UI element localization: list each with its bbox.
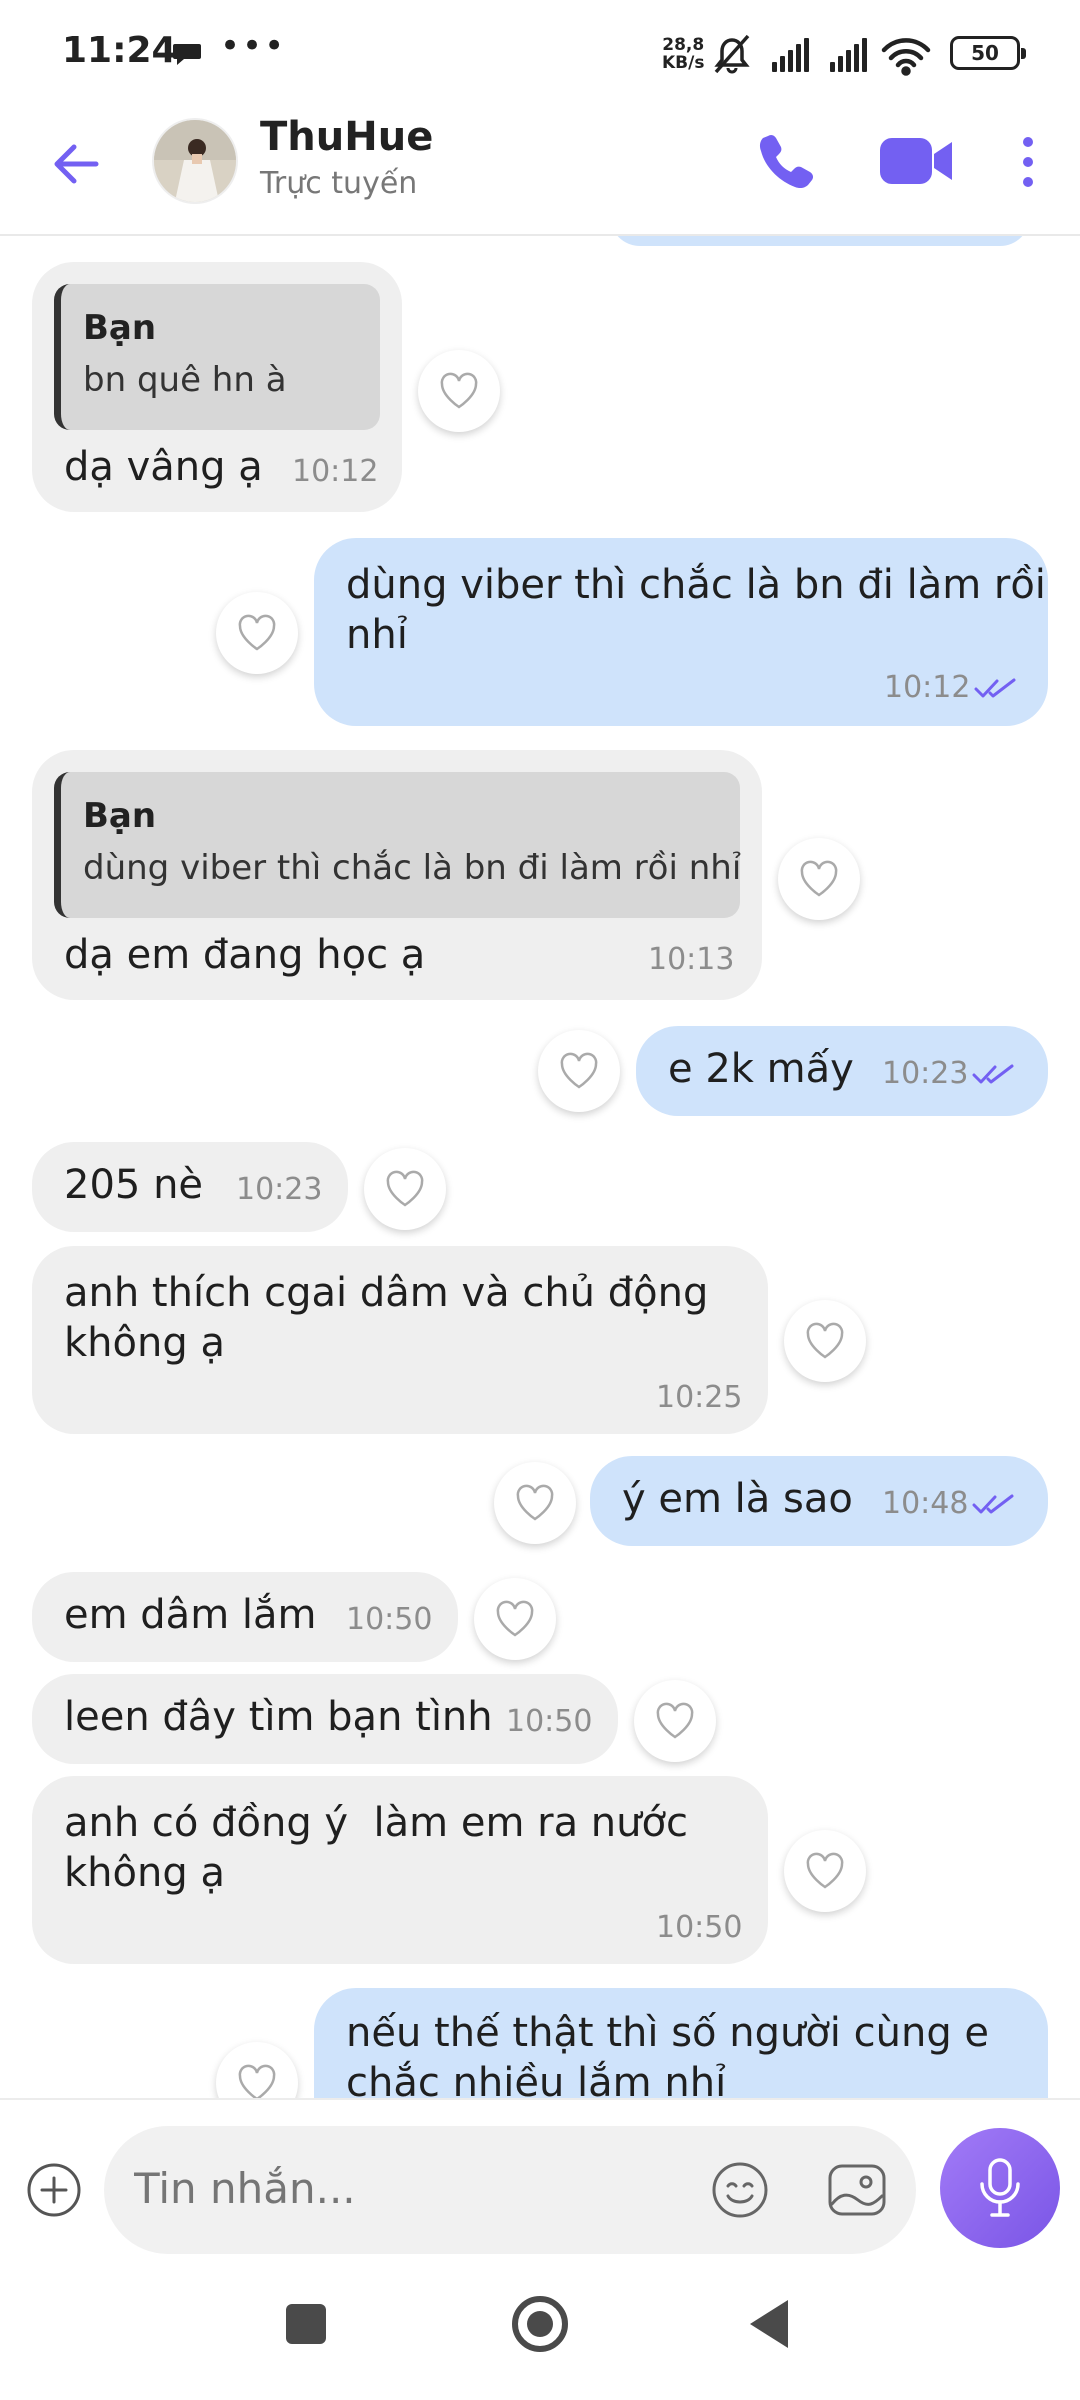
message-text: nhỉ <box>346 612 408 658</box>
like-heart-icon[interactable] <box>784 1300 866 1382</box>
message-text: nếu thế thật thì số người cùng e <box>346 2010 990 2056</box>
add-attachment-icon[interactable] <box>26 2162 82 2218</box>
message-text: 205 nè <box>64 1162 204 1208</box>
chat-notification-icon <box>173 44 201 65</box>
quote-text: bn quê hn à <box>83 360 287 400</box>
message-bubble-incoming[interactable]: leen đây tìm bạn tình 10:50 <box>32 1674 618 1764</box>
message-bubble-incoming[interactable]: anh thích cgai dâm và chủ động không ạ 1… <box>32 1246 768 1434</box>
message-text: dạ vâng ạ <box>64 444 263 490</box>
network-speed: 28,8 KB/s <box>662 35 705 73</box>
video-call-icon[interactable] <box>878 132 954 190</box>
microphone-icon <box>980 2158 1020 2217</box>
message-bubble-outgoing[interactable]: e 2k mấy 10:23 <box>636 1026 1048 1116</box>
message-text: em dâm lắm <box>64 1592 317 1638</box>
message-bubble-incoming[interactable]: 205 nè 10:23 <box>32 1142 348 1232</box>
message-bubble-incoming[interactable]: em dâm lắm 10:50 <box>32 1572 458 1662</box>
message-bubble-incoming[interactable]: anh có đồng ý làm em ra nước không ạ 10:… <box>32 1776 768 1964</box>
like-heart-icon[interactable] <box>778 838 860 920</box>
message-text: ý em là sao <box>622 1476 853 1522</box>
message-bubble-outgoing[interactable]: dùng viber thì chắc là bn đi làm rồi nhỉ… <box>314 538 1048 726</box>
system-navigation-bar <box>0 2262 1080 2400</box>
gallery-icon[interactable] <box>826 2160 888 2220</box>
more-options-icon[interactable] <box>1016 130 1040 194</box>
status-time: 11:24 <box>62 30 177 71</box>
message-time: 10:50 <box>656 1910 743 1945</box>
message-time: 10:48 <box>882 1486 969 1521</box>
like-heart-icon[interactable] <box>538 1030 620 1112</box>
message-bubble-outgoing[interactable]: nếu thế thật thì số người cùng e chắc nh… <box>314 1988 1048 2098</box>
message-text: anh thích cgai dâm và chủ động <box>64 1270 709 1316</box>
back-arrow-icon[interactable] <box>46 134 106 194</box>
quote-text: dùng viber thì chắc là bn đi làm rồi nhỉ <box>83 848 742 888</box>
mute-icon <box>714 34 750 74</box>
message-time: 10:12 <box>292 454 379 489</box>
quote-author: Bạn <box>83 308 157 348</box>
message-text: leen đây tìm bạn tình <box>64 1694 493 1740</box>
signal-icon-2 <box>830 38 867 72</box>
wifi-icon <box>881 38 931 76</box>
read-receipt-icon <box>974 678 1016 698</box>
message-time: 10:50 <box>506 1704 593 1739</box>
message-text: không ạ <box>64 1320 225 1366</box>
message-time: 10:50 <box>346 1602 433 1637</box>
previous-message-edge <box>610 236 1030 246</box>
quoted-message[interactable]: Bạn dùng viber thì chắc là bn đi làm rồi… <box>54 772 742 918</box>
more-notifications-icon: ••• <box>220 26 287 66</box>
like-heart-icon[interactable] <box>418 350 500 432</box>
message-time: 10:23 <box>236 1172 323 1207</box>
like-heart-icon[interactable] <box>474 1578 556 1660</box>
message-text: dạ em đang học ạ <box>64 932 426 978</box>
chat-header: ThuHue Trực tuyến <box>0 110 1080 236</box>
message-time: 10:23 <box>882 1056 969 1091</box>
like-heart-icon[interactable] <box>216 592 298 674</box>
battery-icon: 50 <box>950 36 1026 70</box>
home-icon[interactable] <box>512 2296 568 2352</box>
message-text: chắc nhiều lắm nhỉ <box>346 2060 727 2098</box>
message-time: 10:12 <box>884 670 971 705</box>
message-text: dùng viber thì chắc là bn đi làm rồi <box>346 562 1046 608</box>
message-text: e 2k mấy <box>668 1046 854 1092</box>
contact-name[interactable]: ThuHue <box>260 114 433 160</box>
message-input[interactable] <box>134 2164 654 2213</box>
quoted-message[interactable]: Bạn bn quê hn à <box>54 284 380 430</box>
emoji-icon[interactable] <box>710 2160 770 2220</box>
message-time: 10:25 <box>656 1380 743 1415</box>
voice-message-button[interactable] <box>940 2128 1060 2248</box>
read-receipt-icon <box>972 1494 1014 1514</box>
message-composer <box>0 2098 1080 2262</box>
message-bubble-incoming[interactable]: Bạn bn quê hn à dạ vâng ạ 10:12 <box>32 262 402 512</box>
phone-call-icon[interactable] <box>754 130 816 192</box>
like-heart-icon[interactable] <box>784 1830 866 1912</box>
like-heart-icon[interactable] <box>494 1462 576 1544</box>
message-text: anh có đồng ý làm em ra nước <box>64 1800 688 1846</box>
like-heart-icon[interactable] <box>216 2042 298 2098</box>
back-triangle-icon[interactable] <box>750 2300 788 2348</box>
message-list[interactable]: Bạn bn quê hn à dạ vâng ạ 10:12 dùng vib… <box>0 236 1080 2098</box>
message-time: 10:13 <box>648 942 735 977</box>
message-bubble-incoming[interactable]: Bạn dùng viber thì chắc là bn đi làm rồi… <box>32 750 762 1000</box>
like-heart-icon[interactable] <box>634 1680 716 1762</box>
contact-status: Trực tuyến <box>260 166 418 201</box>
read-receipt-icon <box>972 1064 1014 1084</box>
signal-icon-1 <box>772 38 809 72</box>
contact-avatar[interactable] <box>152 118 238 204</box>
recent-apps-icon[interactable] <box>286 2304 326 2344</box>
status-bar: 11:24 ••• 28,8 KB/s 50 <box>0 0 1080 110</box>
like-heart-icon[interactable] <box>364 1148 446 1230</box>
message-text: không ạ <box>64 1850 225 1896</box>
quote-author: Bạn <box>83 796 157 836</box>
message-input-container[interactable] <box>104 2126 916 2254</box>
message-bubble-outgoing[interactable]: ý em là sao 10:48 <box>590 1456 1048 1546</box>
